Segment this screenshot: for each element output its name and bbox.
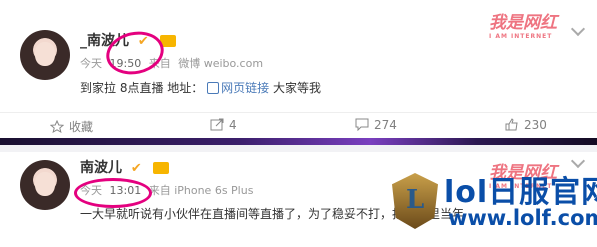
thumbs-up-icon bbox=[505, 118, 518, 131]
brand-title: lol日服官网 bbox=[444, 175, 597, 210]
chevron-down-icon[interactable] bbox=[570, 21, 586, 37]
brand-url: www.lolf.com bbox=[448, 206, 597, 230]
post-source: 微博 weibo.com bbox=[178, 57, 264, 70]
avatar[interactable] bbox=[20, 30, 70, 80]
highlight-circle bbox=[74, 178, 152, 208]
weibo-post-1: _南波儿 ✔ 今天 19:50 来自 微博 weibo.com 到家拉 8点直播… bbox=[0, 0, 597, 145]
repost-button[interactable]: 4 bbox=[210, 118, 237, 132]
post-source: 来自 iPhone 6s Plus bbox=[148, 184, 254, 197]
level-badge-icon bbox=[152, 162, 169, 174]
web-link-label[interactable]: 网页链接 bbox=[221, 81, 269, 95]
link-icon bbox=[207, 82, 220, 94]
post-day: 今天 bbox=[80, 57, 102, 70]
post-content: 到家拉 8点直播 地址： 网页链接 大家等我 bbox=[80, 79, 321, 96]
comment-button[interactable]: 274 bbox=[355, 118, 397, 132]
post-text-tail: 大家等我 bbox=[272, 81, 321, 95]
repost-icon bbox=[210, 118, 224, 131]
lol-logo-icon: L bbox=[392, 173, 438, 229]
user-name[interactable]: 南波儿 ✔ bbox=[80, 157, 169, 177]
user-name-text[interactable]: 南波儿 bbox=[80, 160, 122, 176]
verified-icon: ✔ bbox=[130, 161, 142, 176]
post-divider bbox=[0, 145, 597, 152]
favorite-button[interactable]: 收藏 bbox=[50, 118, 93, 135]
post-action-bar: 收藏 4 274 230 bbox=[0, 112, 597, 138]
watermark-logo: 我是网红 I AM INTERNET bbox=[489, 13, 557, 40]
like-button[interactable]: 230 bbox=[505, 118, 547, 132]
comment-icon bbox=[355, 118, 369, 131]
avatar[interactable] bbox=[20, 160, 70, 210]
web-link[interactable]: 网页链接 bbox=[207, 81, 269, 95]
site-watermark: L lol日服官网 www.lolf.com bbox=[392, 161, 597, 247]
favorite-icon bbox=[50, 120, 64, 133]
post-text: 到家拉 8点直播 地址： bbox=[80, 81, 204, 95]
